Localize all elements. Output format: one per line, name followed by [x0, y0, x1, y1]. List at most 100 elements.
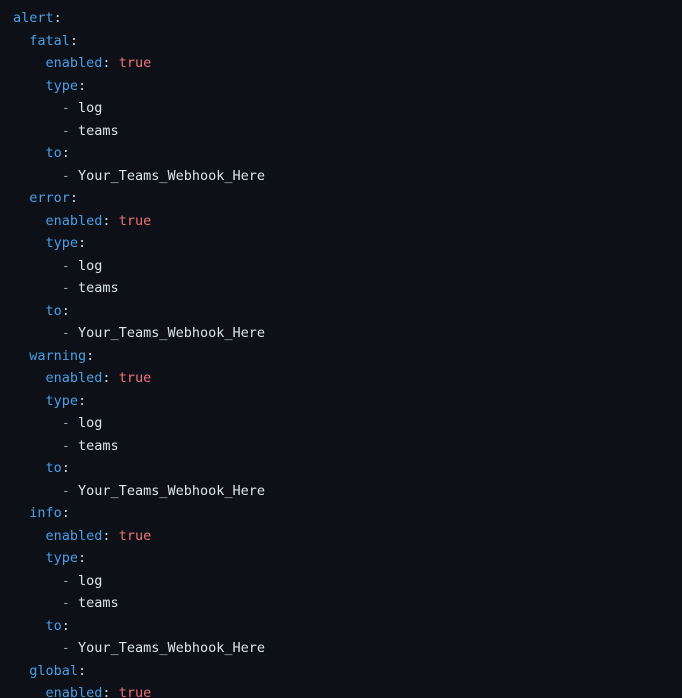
yaml-key: enabled: [45, 527, 103, 544]
code-line[interactable]: - Your_Teams_Webhook_Here: [0, 480, 682, 503]
code-line[interactable]: - log: [0, 412, 682, 435]
code-line[interactable]: enabled: true: [0, 525, 682, 548]
code-line[interactable]: error:: [0, 187, 682, 210]
code-line[interactable]: - log: [0, 97, 682, 120]
yaml-colon: :: [86, 347, 95, 364]
code-line[interactable]: type:: [0, 75, 682, 98]
yaml-boolean-value: true: [118, 212, 152, 229]
yaml-colon: :: [78, 662, 87, 679]
code-line[interactable]: - log: [0, 255, 682, 278]
code-line[interactable]: warning:: [0, 345, 682, 368]
list-item-value: log: [78, 572, 103, 589]
code-line[interactable]: - teams: [0, 120, 682, 143]
code-line[interactable]: type:: [0, 547, 682, 570]
yaml-key: to: [45, 302, 62, 319]
list-item-value: log: [78, 257, 103, 274]
value-spacer: [111, 55, 119, 71]
yaml-colon: :: [61, 617, 70, 634]
list-item-value: log: [78, 100, 103, 116]
code-line[interactable]: to:: [0, 142, 682, 165]
code-line[interactable]: enabled: true: [0, 682, 682, 698]
yaml-colon: :: [61, 460, 70, 476]
code-line[interactable]: type:: [0, 232, 682, 255]
value-spacer: [111, 528, 119, 544]
yaml-colon: :: [53, 10, 62, 26]
list-dash-marker: -: [61, 167, 79, 184]
yaml-key: type: [45, 235, 79, 251]
list-item-value: Your_Teams_Webhook_Here: [78, 167, 265, 184]
yaml-colon: :: [61, 505, 70, 521]
list-dash-marker: -: [61, 257, 79, 274]
yaml-boolean-value: true: [118, 55, 152, 71]
list-item-value: Your_Teams_Webhook_Here: [78, 482, 265, 499]
code-line[interactable]: type:: [0, 390, 682, 413]
list-item-value: log: [78, 415, 103, 431]
yaml-key: enabled: [45, 685, 103, 698]
yaml-key: enabled: [45, 370, 103, 386]
list-item-value: teams: [78, 437, 119, 454]
yaml-key: error: [29, 190, 70, 206]
value-spacer: [111, 685, 119, 698]
list-item-value: teams: [78, 122, 119, 139]
code-line[interactable]: global:: [0, 660, 682, 683]
code-line[interactable]: - teams: [0, 435, 682, 458]
code-line[interactable]: enabled: true: [0, 210, 682, 233]
yaml-code-editor[interactable]: alert: fatal: enabled: true type: - log …: [0, 0, 682, 698]
list-dash-marker: -: [61, 482, 79, 499]
code-line[interactable]: - log: [0, 570, 682, 593]
code-line[interactable]: enabled: true: [0, 52, 682, 75]
code-line[interactable]: to:: [0, 615, 682, 638]
yaml-colon: :: [78, 77, 87, 94]
code-line[interactable]: fatal:: [0, 30, 682, 53]
yaml-key: type: [45, 77, 79, 94]
code-line[interactable]: alert:: [0, 7, 682, 30]
list-dash-marker: -: [61, 415, 79, 431]
code-line[interactable]: to:: [0, 300, 682, 323]
yaml-colon: :: [61, 145, 70, 161]
yaml-colon: :: [102, 55, 111, 71]
list-dash-marker: -: [61, 280, 79, 296]
yaml-colon: :: [78, 235, 87, 251]
yaml-colon: :: [61, 302, 70, 319]
code-line[interactable]: - Your_Teams_Webhook_Here: [0, 165, 682, 188]
code-line[interactable]: to:: [0, 457, 682, 480]
yaml-key: warning: [29, 347, 87, 364]
code-line[interactable]: info:: [0, 502, 682, 525]
code-line[interactable]: - teams: [0, 277, 682, 300]
code-line[interactable]: - Your_Teams_Webhook_Here: [0, 637, 682, 660]
list-dash-marker: -: [61, 640, 79, 656]
list-dash-marker: -: [61, 595, 79, 611]
yaml-colon: :: [102, 685, 111, 698]
code-line[interactable]: - teams: [0, 592, 682, 615]
code-line[interactable]: - Your_Teams_Webhook_Here: [0, 322, 682, 345]
list-dash-marker: -: [61, 572, 79, 589]
code-line[interactable]: enabled: true: [0, 367, 682, 390]
value-spacer: [111, 213, 119, 229]
yaml-key: to: [45, 460, 62, 476]
list-dash-marker: -: [61, 325, 79, 341]
